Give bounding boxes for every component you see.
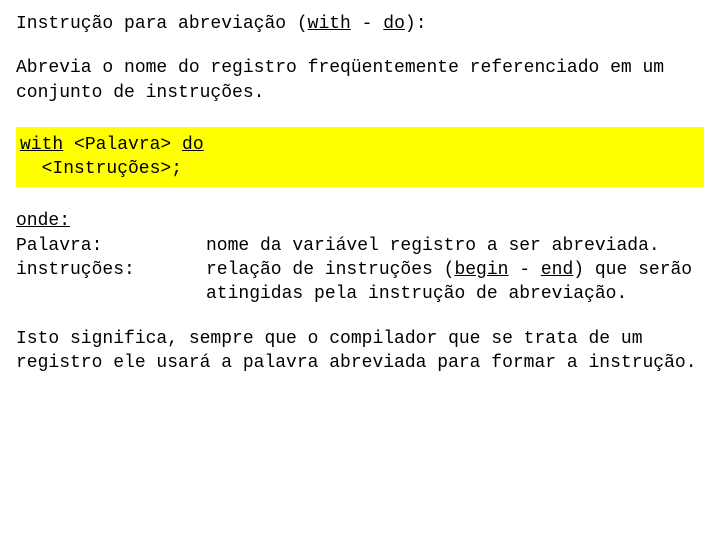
keyword-do: do: [383, 14, 405, 34]
heading-pre: Instrução para abreviação (: [16, 14, 308, 34]
syntax-line-2: <Instruções>;: [20, 157, 700, 181]
keyword-end: end: [541, 260, 573, 280]
keyword-with: with: [308, 14, 351, 34]
syntax-palavra: <Palavra>: [63, 135, 182, 155]
term-instrucoes: instruções:: [16, 258, 206, 307]
definition-list: Palavra: nome da variável registro a ser…: [16, 234, 704, 307]
syntax-line-1: with <Palavra> do: [20, 133, 700, 157]
keyword-begin: begin: [454, 260, 508, 280]
term-palavra: Palavra:: [16, 234, 206, 258]
syntax-block: with <Palavra> do <Instruções>;: [16, 127, 704, 188]
heading-mid: -: [351, 14, 383, 34]
intro-text: Abrevia o nome do registro freqüentement…: [16, 56, 704, 105]
desc-palavra: nome da variável registro a ser abreviad…: [206, 234, 704, 258]
footer-text: Isto significa, sempre que o compilador …: [16, 327, 704, 376]
onde-label: onde:: [16, 209, 704, 233]
syntax-do: do: [182, 135, 204, 155]
heading-post: ):: [405, 14, 427, 34]
desc-instrucoes: relação de instruções (begin - end) que …: [206, 258, 704, 307]
syntax-with: with: [20, 135, 63, 155]
heading-line: Instrução para abreviação (with - do):: [16, 12, 704, 36]
